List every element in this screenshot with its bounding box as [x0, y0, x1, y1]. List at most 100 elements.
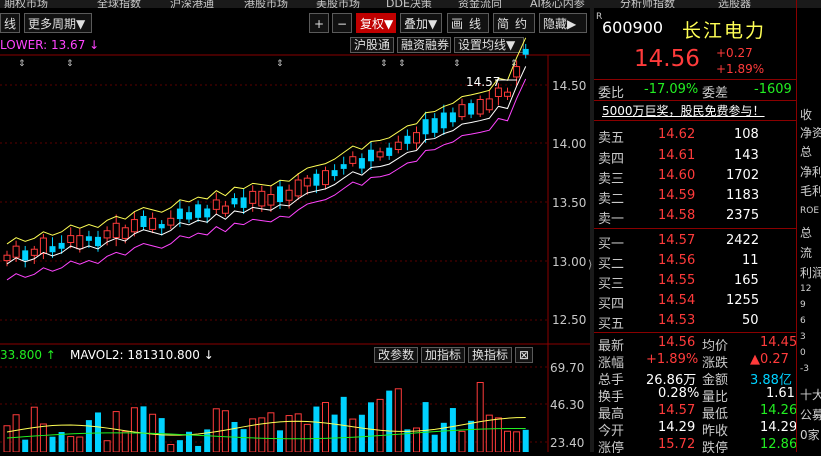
candle-body	[258, 190, 266, 207]
quote-panel: R 600900 长江电力 14.56 +0.27 +1.89% 委比 -17.…	[594, 0, 821, 456]
ask-row: 卖四 14.61 143	[594, 146, 821, 167]
ask-volume: 108	[734, 127, 759, 142]
volume-bar	[277, 430, 283, 452]
switch-indicator-button[interactable]: 换指标	[468, 347, 512, 363]
side-text: ROE	[800, 206, 820, 216]
volume-bar	[39, 423, 47, 452]
change-param-button[interactable]: 改参数	[374, 347, 418, 363]
ask-label: 卖一	[598, 212, 625, 227]
candle-body	[130, 219, 138, 233]
volume-bar	[121, 431, 129, 452]
lower-band-line	[6, 78, 527, 281]
event-marker-icon: ⇕	[398, 59, 406, 69]
volume-bar	[130, 407, 138, 452]
candle-body	[95, 236, 101, 247]
volume-bar	[58, 431, 65, 452]
candle-body	[368, 149, 374, 162]
side-text: 0家	[800, 428, 820, 442]
candle-body	[313, 173, 320, 186]
candle-body	[376, 151, 384, 158]
volume-bar	[358, 414, 365, 452]
ask-volume: 143	[734, 148, 759, 163]
candle-body	[39, 237, 47, 255]
peak-price-label: 14.57	[466, 75, 501, 89]
ask-row: 卖三 14.60 1702	[594, 166, 821, 187]
side-text: 净资	[800, 126, 821, 140]
volume-bar	[322, 401, 329, 452]
candle-body	[522, 48, 529, 55]
candlestick-chart[interactable]: ⇕ ⇕ ⇕ ⇕ ⇕ ⇕ ⇕	[0, 0, 590, 452]
volume-bar	[49, 436, 56, 452]
bid-price: 14.56	[658, 253, 696, 268]
ask-row: 卖二 14.59 1183	[594, 186, 821, 207]
divider	[594, 100, 796, 101]
stat-value: 14.57	[658, 403, 696, 418]
mavol2-label: MAVOL2: 181310.800 ↓	[70, 348, 214, 362]
event-marker-icon: ⇕	[18, 59, 26, 69]
indicator-lines	[6, 37, 527, 440]
volume-bar	[67, 436, 75, 452]
event-markers: ⇕ ⇕ ⇕ ⇕ ⇕ ⇕ ⇕	[18, 59, 518, 81]
candle-body	[322, 170, 329, 186]
side-text: 十大	[800, 388, 821, 402]
volume-axis-label: 46.30	[550, 398, 585, 412]
candle-body	[267, 194, 275, 206]
candle-body	[431, 118, 438, 133]
candle-body	[476, 99, 484, 115]
candle-body	[331, 170, 338, 177]
volume-bar	[331, 414, 338, 452]
stat-value: 14.56	[658, 335, 696, 350]
volume-bar	[195, 445, 202, 452]
candle-body	[504, 91, 511, 97]
side-text: 9	[800, 300, 806, 310]
promo-banner-link[interactable]: 5000万巨奖，股民免费参与！	[602, 102, 765, 119]
candle-body	[458, 104, 466, 118]
volume-bar	[167, 444, 175, 452]
volume-bar	[30, 406, 38, 452]
ask-price: 14.62	[658, 127, 696, 142]
candle-body	[231, 198, 238, 205]
mavol1-label: 33.800 ↑	[0, 348, 56, 362]
ask-label: 卖四	[598, 152, 625, 167]
stat-value: +1.89%	[646, 352, 699, 367]
stat-row: 涨停 15.72 跌停 12.86	[594, 435, 821, 456]
candle-body	[30, 248, 38, 256]
side-text: 3	[800, 332, 806, 342]
collapse-arrow-icon[interactable]: ⟩	[588, 258, 592, 271]
order-ratio-label: 委比	[598, 86, 625, 101]
ask-volume: 1702	[726, 168, 760, 183]
candle-body	[3, 254, 11, 262]
stat-value: 1.61	[766, 386, 795, 401]
stock-code[interactable]: 600900	[602, 18, 663, 37]
volume-axis-label: 23.40	[550, 436, 585, 450]
bid-row: 买三 14.55 165	[594, 271, 821, 292]
divider	[594, 120, 796, 121]
volume-bar	[513, 431, 521, 452]
volume-bar	[140, 406, 147, 452]
ask-label: 卖二	[598, 192, 625, 207]
candle-body	[12, 245, 20, 258]
stat-value: 0.28%	[658, 386, 700, 401]
add-indicator-button[interactable]: 加指标	[421, 347, 465, 363]
ask-label: 卖三	[598, 172, 625, 187]
candle-body	[294, 179, 302, 197]
volume-bar	[212, 408, 220, 452]
bid-volume: 1255	[726, 293, 760, 308]
candle-body	[76, 235, 84, 250]
stock-name[interactable]: 长江电力	[682, 16, 766, 43]
f10-side-panel: 收 净资 总 净利 毛利 ROE 总 流 利润 12 9 6 3 0 -3 十大…	[796, 0, 821, 452]
event-marker-icon: ⇕	[276, 59, 284, 69]
candle-body	[204, 208, 211, 218]
bid-volume: 11	[742, 253, 759, 268]
candle-body	[112, 222, 120, 239]
candle-body	[221, 205, 229, 214]
candle-body	[195, 204, 202, 218]
close-icon[interactable]: ⊠	[515, 347, 533, 363]
bid-row: 买五 14.53 50	[594, 311, 821, 332]
chart-grid	[0, 54, 590, 452]
upper-band-line	[6, 37, 527, 245]
candle-body	[176, 208, 183, 220]
candle-body	[22, 250, 29, 261]
candle-body	[140, 215, 147, 228]
side-text: 流	[800, 246, 813, 260]
